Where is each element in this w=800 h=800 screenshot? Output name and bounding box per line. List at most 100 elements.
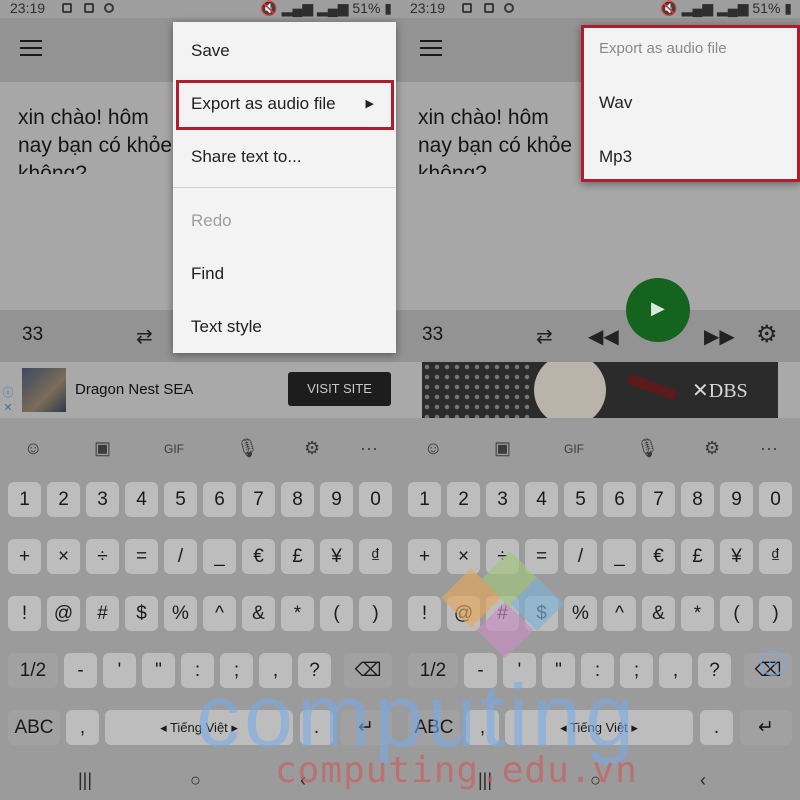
gif-icon[interactable]: GIF — [164, 442, 184, 456]
key[interactable]: & — [242, 596, 275, 631]
back-icon[interactable]: ‹ — [700, 770, 706, 791]
key[interactable]: 6 — [203, 482, 236, 517]
fast-forward-icon[interactable]: ▶▶ — [704, 324, 735, 349]
hamburger-menu-icon[interactable] — [420, 40, 442, 58]
key[interactable]: ÷ — [86, 539, 119, 574]
key[interactable]: & — [642, 596, 675, 631]
key[interactable]: € — [242, 539, 275, 574]
key[interactable]: ? — [698, 653, 731, 688]
key[interactable]: 4 — [125, 482, 158, 517]
comma-key[interactable]: , — [66, 710, 99, 745]
key[interactable]: ₫ — [759, 539, 792, 574]
key[interactable]: € — [642, 539, 675, 574]
key[interactable]: 5 — [564, 482, 597, 517]
key[interactable]: 2 — [47, 482, 80, 517]
key[interactable]: ) — [359, 596, 392, 631]
key[interactable]: + — [8, 539, 41, 574]
more-icon[interactable]: ··· — [360, 438, 378, 459]
hamburger-menu-icon[interactable] — [20, 40, 42, 58]
key[interactable]: 1/2 — [8, 653, 58, 688]
key[interactable]: ¥ — [720, 539, 753, 574]
key[interactable]: ( — [720, 596, 753, 631]
key[interactable]: ( — [320, 596, 353, 631]
recent-apps-icon[interactable]: ||| — [78, 770, 92, 791]
menu-item-save[interactable]: Save — [173, 26, 396, 76]
gif-icon[interactable]: GIF — [564, 442, 584, 456]
key[interactable]: 9 — [320, 482, 353, 517]
abc-key[interactable]: ABC — [8, 710, 60, 745]
key[interactable]: * — [681, 596, 714, 631]
key[interactable]: / — [164, 539, 197, 574]
key[interactable]: ^ — [603, 596, 636, 631]
editor-text[interactable]: xin chào! hôm nay bạn có khỏe không? — [418, 104, 578, 174]
key[interactable]: $ — [125, 596, 158, 631]
key[interactable]: 3 — [486, 482, 519, 517]
key[interactable]: 3 — [86, 482, 119, 517]
key[interactable]: 5 — [164, 482, 197, 517]
key[interactable]: = — [125, 539, 158, 574]
key[interactable]: 4 — [525, 482, 558, 517]
ad-choices-icon[interactable]: ⓘ ✕ — [0, 386, 16, 416]
menu-item-find[interactable]: Find — [173, 249, 396, 299]
more-icon[interactable]: ··· — [760, 438, 778, 459]
period-key[interactable]: . — [700, 710, 733, 745]
key[interactable]: £ — [281, 539, 314, 574]
key[interactable]: ! — [408, 596, 441, 631]
key[interactable]: * — [281, 596, 314, 631]
key[interactable]: × — [47, 539, 80, 574]
highlight-box — [581, 25, 800, 182]
play-button[interactable]: ▶ — [626, 278, 690, 342]
ad-thumbnail[interactable] — [22, 368, 66, 412]
rewind-icon[interactable]: ◀◀ — [588, 324, 619, 349]
ad-bar[interactable]: ⓘ ✕ Dragon Nest SEA VISIT SITE — [0, 362, 400, 418]
key[interactable]: " — [142, 653, 175, 688]
key[interactable]: 1 — [408, 482, 441, 517]
sticker-icon[interactable]: ▣ — [94, 438, 111, 459]
play-icon: ▶ — [651, 298, 665, 318]
key[interactable]: _ — [203, 539, 236, 574]
key[interactable]: 6 — [603, 482, 636, 517]
microphone-icon[interactable]: 🎙 — [236, 438, 259, 459]
key[interactable]: _ — [603, 539, 636, 574]
menu-item-text-style[interactable]: Text style — [173, 302, 396, 352]
key[interactable]: ' — [103, 653, 136, 688]
repeat-icon[interactable]: ⇄ — [536, 324, 553, 349]
ad-banner[interactable]: ✕DBS — [422, 362, 778, 418]
settings-icon[interactable]: ⚙ — [704, 438, 720, 459]
editor-text[interactable]: xin chào! hôm nay bạn có khỏe không? — [18, 104, 178, 174]
ad-title[interactable]: Dragon Nest SEA — [75, 381, 193, 398]
key[interactable]: 1 — [8, 482, 41, 517]
key[interactable]: ₫ — [359, 539, 392, 574]
emoji-icon[interactable]: ☺ — [24, 438, 42, 459]
key[interactable]: 8 — [681, 482, 714, 517]
key[interactable]: 7 — [242, 482, 275, 517]
emoji-icon[interactable]: ☺ — [424, 438, 442, 459]
key[interactable]: 8 — [281, 482, 314, 517]
settings-icon[interactable]: ⚙ — [304, 438, 320, 459]
key[interactable]: @ — [47, 596, 80, 631]
key[interactable]: ¥ — [320, 539, 353, 574]
settings-icon[interactable]: ⚙ — [756, 320, 778, 349]
key[interactable]: # — [86, 596, 119, 631]
key[interactable]: - — [64, 653, 97, 688]
key[interactable]: % — [164, 596, 197, 631]
key[interactable]: £ — [681, 539, 714, 574]
microphone-icon[interactable]: 🎙 — [636, 438, 659, 459]
ad-bar[interactable]: ✕DBS — [400, 362, 800, 418]
sticker-icon[interactable]: ▣ — [494, 438, 511, 459]
menu-item-share-text[interactable]: Share text to... — [173, 132, 396, 182]
key[interactable]: + — [408, 539, 441, 574]
key[interactable]: ! — [8, 596, 41, 631]
repeat-icon[interactable]: ⇄ — [136, 324, 153, 349]
home-icon[interactable]: ○ — [190, 770, 201, 791]
key[interactable]: , — [659, 653, 692, 688]
key[interactable]: 0 — [359, 482, 392, 517]
key[interactable]: ^ — [203, 596, 236, 631]
enter-icon[interactable]: ↵ — [740, 710, 792, 745]
key[interactable]: 7 — [642, 482, 675, 517]
key[interactable]: 9 — [720, 482, 753, 517]
key[interactable]: 2 — [447, 482, 480, 517]
key[interactable]: ) — [759, 596, 792, 631]
visit-site-button[interactable]: VISIT SITE — [288, 372, 391, 406]
key[interactable]: 0 — [759, 482, 792, 517]
